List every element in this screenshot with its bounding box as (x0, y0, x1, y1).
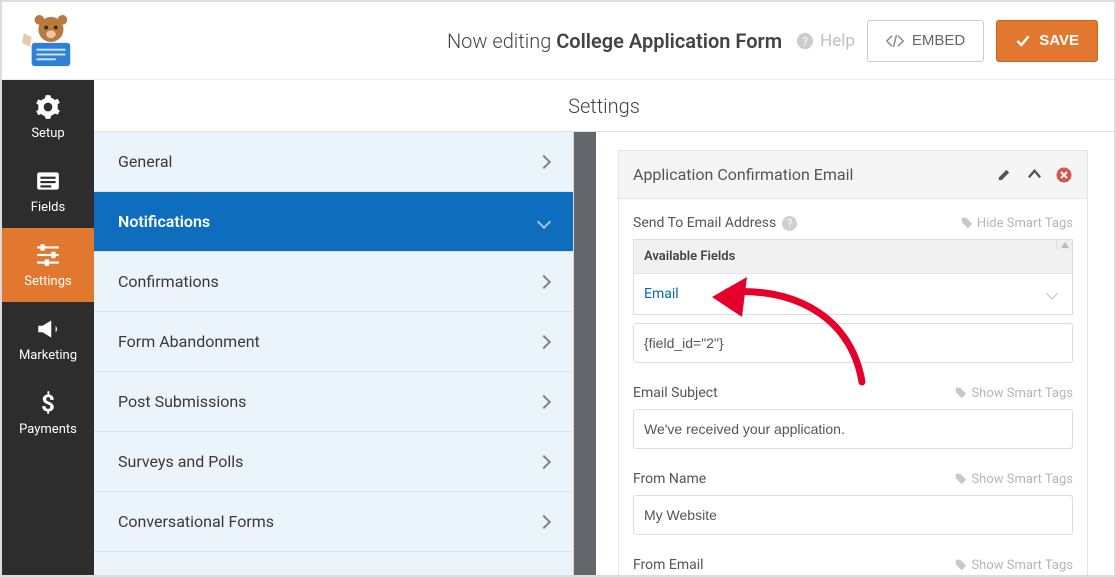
show-smart-tags-link[interactable]: Show Smart Tags (955, 472, 1073, 487)
chevron-right-icon (537, 154, 551, 168)
nav-item-payments[interactable]: $ Payments (2, 376, 94, 450)
dollar-icon: $ (35, 390, 61, 416)
dropdown-header: Available Fields (634, 240, 1072, 274)
editing-label: Now editing College Application Form (447, 29, 782, 53)
from-name-input[interactable] (633, 495, 1073, 535)
nav-label: Setup (31, 126, 64, 141)
help-tooltip-icon[interactable]: ? (782, 216, 797, 231)
code-icon (886, 34, 904, 48)
settings-item-post-submissions[interactable]: Post Submissions (94, 372, 573, 432)
subject-label: Email Subject (633, 385, 718, 401)
list-icon (35, 168, 61, 194)
embed-button[interactable]: EMBED (867, 20, 984, 62)
nav-label: Marketing (19, 348, 77, 363)
field-from-email: From Email Show Smart Tags (633, 557, 1073, 573)
available-fields-dropdown[interactable]: Available Fields Email (633, 239, 1073, 315)
card-title: Application Confirmation Email (633, 165, 983, 184)
tag-icon (961, 217, 973, 229)
scroll-up-icon (1056, 240, 1072, 250)
main-area: Settings General Notifications Confirmat… (94, 80, 1114, 575)
subject-input[interactable] (633, 409, 1073, 449)
field-email-subject: Email Subject Show Smart Tags (633, 385, 1073, 449)
settings-item-notifications[interactable]: Notifications (94, 192, 573, 252)
tag-icon (955, 559, 967, 571)
settings-item-surveys-polls[interactable]: Surveys and Polls (94, 432, 573, 492)
field-from-name: From Name Show Smart Tags (633, 471, 1073, 535)
chevron-down-icon (537, 214, 551, 228)
hide-smart-tags-link[interactable]: Hide Smart Tags (961, 216, 1073, 231)
svg-text:?: ? (802, 34, 808, 48)
collapse-icon[interactable] (1025, 166, 1043, 184)
nav-item-fields[interactable]: Fields (2, 154, 94, 228)
dropdown-option-email[interactable]: Email (634, 274, 1072, 314)
send-to-label: Send To Email Address? (633, 215, 797, 231)
nav-item-setup[interactable]: Setup (2, 80, 94, 154)
tag-icon (955, 387, 967, 399)
nav-label: Payments (19, 422, 77, 437)
chevron-right-icon (537, 394, 551, 408)
send-to-input[interactable] (633, 323, 1073, 363)
nav-item-settings[interactable]: Settings (2, 228, 94, 302)
chevron-right-icon (537, 274, 551, 288)
tag-icon (955, 473, 967, 485)
help-link[interactable]: ? Help (796, 31, 855, 51)
sliders-icon (35, 242, 61, 268)
delete-icon[interactable] (1055, 166, 1073, 184)
help-label: Help (820, 31, 855, 51)
settings-item-confirmations[interactable]: Confirmations (94, 252, 573, 312)
save-button[interactable]: SAVE (996, 20, 1098, 62)
nav-item-marketing[interactable]: Marketing (2, 302, 94, 376)
from-name-label: From Name (633, 471, 706, 487)
settings-item-conversational[interactable]: Conversational Forms (94, 492, 573, 552)
nav-label: Settings (24, 274, 71, 289)
chevron-right-icon (537, 334, 551, 348)
save-label: SAVE (1039, 32, 1079, 49)
field-send-to: Send To Email Address? Hide Smart Tags A… (633, 215, 1073, 363)
check-icon (1015, 33, 1031, 49)
top-bar: Now editing College Application Form ? H… (2, 2, 1114, 80)
bullhorn-icon (35, 316, 61, 342)
from-email-label: From Email (633, 557, 704, 573)
embed-label: EMBED (912, 32, 965, 49)
help-icon: ? (796, 32, 814, 50)
nav-label: Fields (31, 200, 65, 215)
settings-menu: General Notifications Confirmations Form… (94, 132, 574, 575)
notification-card: Application Confirmation Email Send To E… (618, 150, 1088, 575)
show-smart-tags-link[interactable]: Show Smart Tags (955, 386, 1073, 401)
settings-item-general[interactable]: General (94, 132, 573, 192)
svg-text:$: $ (41, 390, 55, 416)
app-logo (14, 10, 84, 72)
edit-icon[interactable] (995, 166, 1013, 184)
card-header: Application Confirmation Email (619, 151, 1087, 199)
chevron-right-icon (537, 454, 551, 468)
chevron-right-icon (537, 514, 551, 528)
left-nav: Setup Fields Settings Marketing $ Paymen… (2, 80, 94, 575)
content-panel: Application Confirmation Email Send To E… (596, 132, 1114, 575)
gear-icon (35, 94, 61, 120)
settings-item-form-abandonment[interactable]: Form Abandonment (94, 312, 573, 372)
chevron-down-icon (1046, 288, 1057, 299)
panel-gutter (574, 132, 596, 575)
page-title: Settings (94, 80, 1114, 132)
show-smart-tags-link[interactable]: Show Smart Tags (955, 558, 1073, 573)
